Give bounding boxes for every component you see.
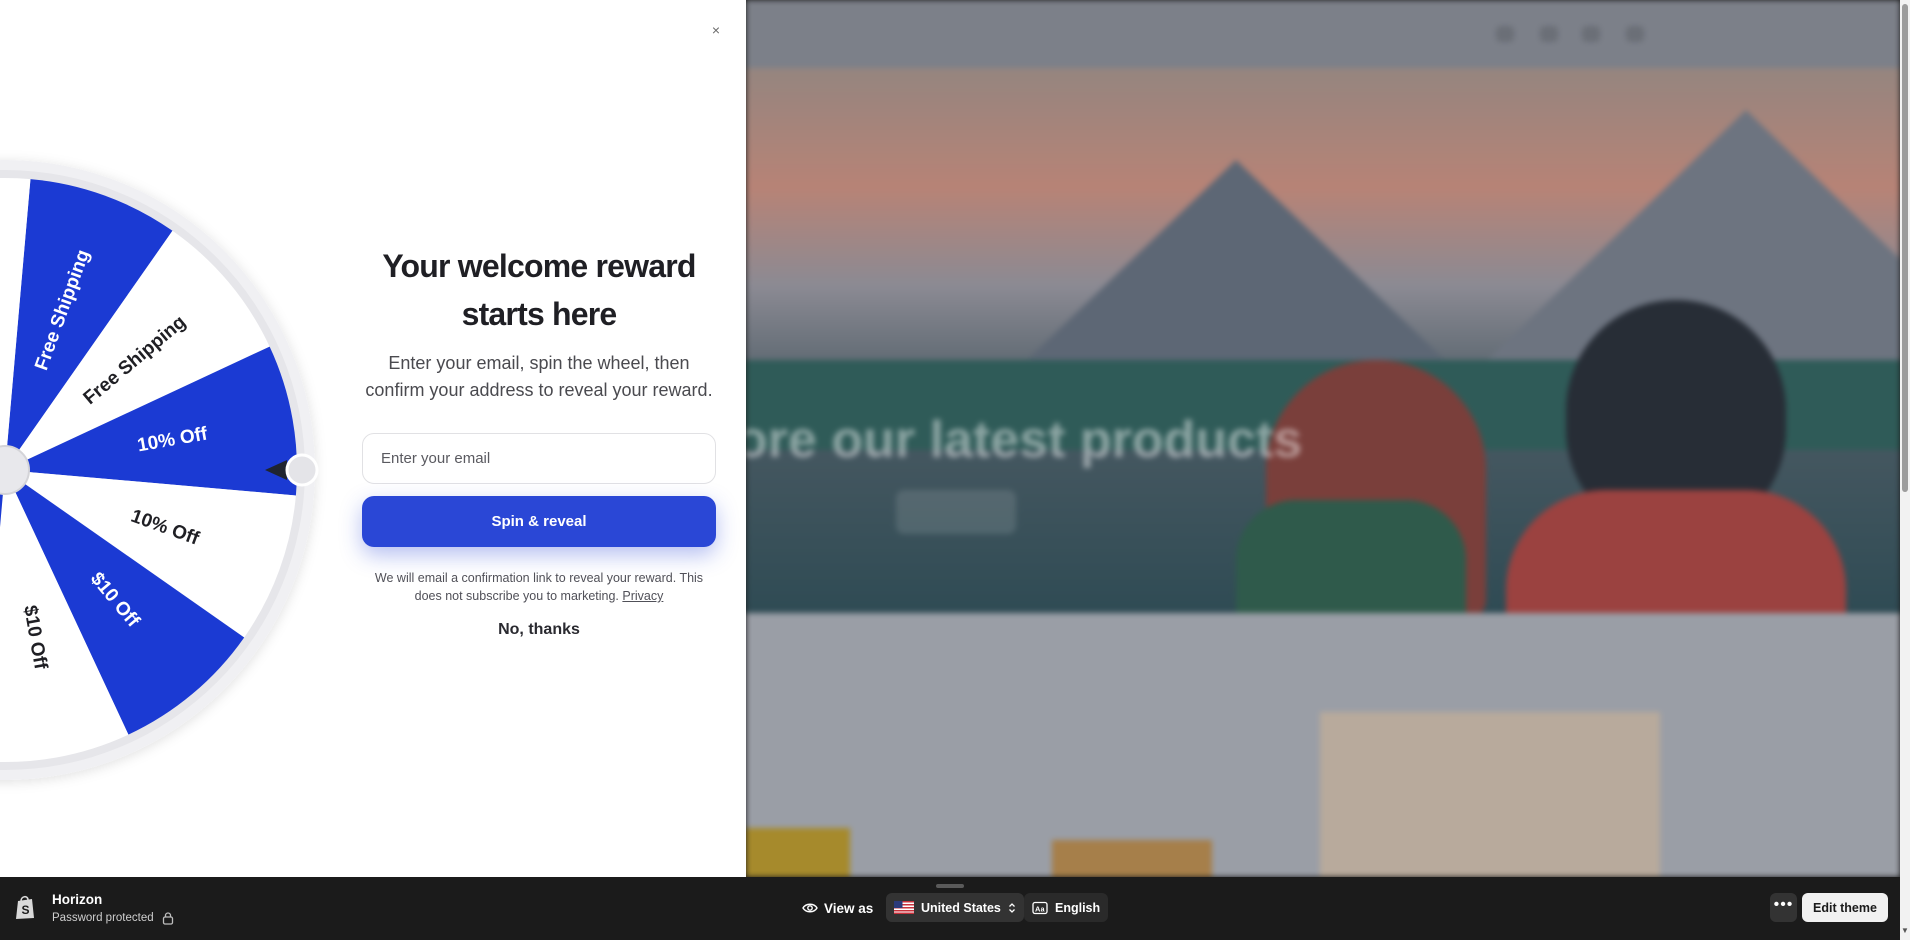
scrollbar-thumb[interactable]: [1902, 4, 1908, 492]
language-selector[interactable]: A a English: [1024, 893, 1109, 922]
view-as-button[interactable]: View as: [802, 897, 873, 919]
eye-icon: [802, 903, 818, 913]
popup-content: Your welcome reward starts here Enter yo…: [362, 242, 716, 639]
spin-reveal-button[interactable]: Spin & reveal: [362, 496, 716, 547]
hero-mountain: [1006, 160, 1466, 380]
storefront-cart-icon: [1626, 26, 1644, 42]
chevron-up-down-icon: [1008, 902, 1015, 913]
email-field[interactable]: [362, 433, 716, 484]
view-as-label: View as: [824, 900, 874, 916]
store-status: Password protected: [52, 912, 154, 924]
storefront-header: [746, 0, 1900, 68]
storefront-wishlist-icon: [1582, 26, 1600, 42]
spin-wheel-popup: × Free Shipping Free Shipping 10% Off 10% O…: [0, 0, 746, 877]
hero-person-body: [1506, 490, 1846, 630]
more-options-button[interactable]: •••: [1770, 893, 1797, 922]
product-card-image: [746, 828, 850, 877]
hero-person-body: [1236, 500, 1466, 620]
prize-wheel-graphic: Free ShippingFree Shipping10% Off10% Off…: [0, 160, 319, 780]
shopify-bag-icon: S: [16, 895, 34, 919]
hero-heading: ore our latest products: [746, 411, 1303, 469]
product-card-image: [1320, 712, 1660, 877]
store-name: Horizon: [52, 892, 103, 907]
close-icon[interactable]: ×: [708, 22, 724, 38]
browser-viewport: ore our latest products ▼ × Free Shippin…: [0, 0, 1910, 940]
popup-subtext: Enter your email, spin the wheel, then c…: [365, 353, 713, 400]
product-card-image: [1052, 840, 1212, 877]
storefront-background: ore our latest products: [746, 0, 1900, 877]
storefront-search-icon: [1496, 26, 1514, 42]
hero-button: [896, 490, 1016, 534]
svg-text:a: a: [1041, 906, 1045, 913]
country-label: United States: [921, 900, 1001, 915]
page-scrollbar[interactable]: ▼: [1900, 0, 1910, 940]
theme-preview-bar: S Horizon Password protected View as Uni…: [0, 877, 1900, 940]
us-flag-icon: [894, 901, 914, 914]
scroll-down-arrow-icon[interactable]: ▼: [1901, 926, 1909, 935]
wheel-pointer-knob: [285, 453, 319, 487]
popup-headline: Your welcome reward starts here: [382, 248, 696, 332]
translate-icon: A a: [1032, 901, 1048, 914]
svg-text:S: S: [22, 903, 30, 917]
country-selector[interactable]: United States: [886, 893, 1024, 922]
storefront-account-icon: [1540, 26, 1558, 42]
edit-theme-button[interactable]: Edit theme: [1802, 893, 1888, 922]
language-label: English: [1055, 900, 1101, 915]
no-thanks-button[interactable]: No, thanks: [498, 621, 580, 639]
privacy-link[interactable]: Privacy: [622, 589, 663, 603]
lock-icon: [162, 912, 174, 925]
prize-wheel: Free Shipping Free Shipping 10% Off 10% Off…: [0, 160, 319, 780]
drag-handle[interactable]: [936, 884, 964, 888]
popup-disclaimer: We will email a confirmation link to rev…: [362, 569, 716, 605]
